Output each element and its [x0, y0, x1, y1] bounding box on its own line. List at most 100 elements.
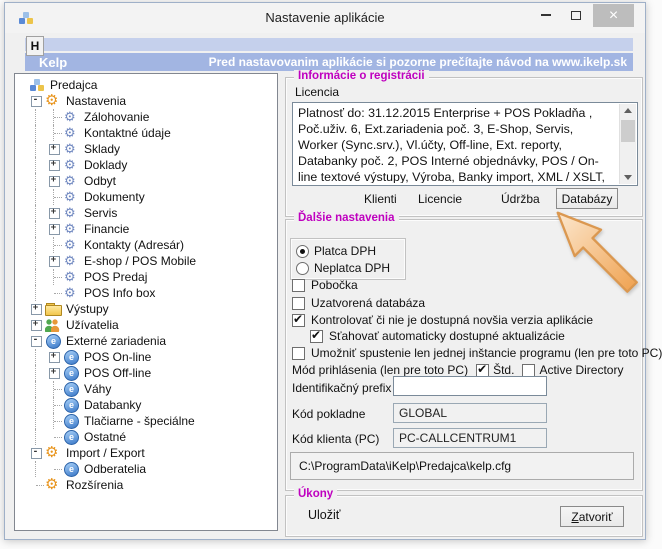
checkbox-checked-icon[interactable] — [310, 330, 323, 343]
device-icon — [45, 334, 62, 348]
expand-icon[interactable] — [45, 205, 63, 221]
device-icon — [63, 366, 80, 380]
device-icon — [63, 414, 80, 428]
scroll-down-icon[interactable] — [620, 169, 636, 184]
radio-unselected-icon[interactable] — [296, 262, 309, 275]
minimize-button[interactable] — [533, 3, 559, 27]
checkbox-icon[interactable] — [292, 297, 305, 310]
std-checkbox-icon[interactable] — [476, 364, 489, 377]
tree-guide — [45, 125, 63, 141]
radio-selected-icon[interactable] — [296, 245, 309, 258]
expand-icon[interactable] — [45, 253, 63, 269]
tree-item-pos-online[interactable]: POS On-line — [15, 349, 277, 365]
tree-guide — [27, 413, 45, 429]
tree-item-import-export[interactable]: Import / Export — [15, 445, 277, 461]
tree-guide — [27, 173, 45, 189]
tree-item-ostatne[interactable]: Ostatné — [15, 429, 277, 445]
databazy-button[interactable]: Databázy — [556, 188, 618, 209]
settings-tree[interactable]: Predajca Nastavenia Zálohovanie Kontaktn… — [14, 73, 278, 531]
check-version-label: Kontrolovať či nie je dostupná novšia ve… — [311, 313, 593, 327]
vat-radio-group: Platca DPH Neplatca DPH — [290, 238, 406, 280]
tree-guide — [27, 157, 45, 173]
expand-icon[interactable] — [27, 317, 45, 333]
active-directory-checkbox-icon[interactable] — [522, 364, 535, 377]
tree-item-tlaciarne[interactable]: Tlačiarne - špeciálne — [15, 413, 277, 429]
gear-icon — [63, 174, 80, 188]
tree-item-financie[interactable]: Financie — [15, 221, 277, 237]
tree-item-predajca[interactable]: Predajca — [15, 77, 277, 93]
collapse-icon[interactable] — [27, 333, 45, 349]
auto-update-label: Sťahovať automaticky dostupné aktualizác… — [329, 329, 565, 343]
checkbox-icon[interactable] — [292, 347, 305, 360]
expand-icon[interactable] — [45, 173, 63, 189]
tree-item-odberatelia[interactable]: Odberatelia — [15, 461, 277, 477]
tree-item-eshop-pos-mobile[interactable]: E-shop / POS Mobile — [15, 253, 277, 269]
collapse-icon[interactable] — [27, 445, 45, 461]
branch-checkbox-row[interactable]: Pobočka — [292, 277, 358, 293]
prefix-input[interactable] — [393, 376, 547, 396]
dock-tab-h[interactable]: H — [26, 36, 44, 56]
tree-guide — [27, 429, 45, 445]
tree-item-kontakty[interactable]: Kontakty (Adresár) — [15, 237, 277, 253]
udrzba-button[interactable]: Údržba — [501, 192, 540, 206]
gear-icon — [63, 126, 80, 140]
tree-item-servis[interactable]: Servis — [15, 205, 277, 221]
tree-guide — [45, 109, 63, 125]
expand-icon[interactable] — [45, 157, 63, 173]
scroll-up-icon[interactable] — [620, 104, 636, 119]
expand-icon[interactable] — [45, 221, 63, 237]
auto-update-checkbox-row[interactable]: Sťahovať automaticky dostupné aktualizác… — [310, 328, 565, 344]
tree-item-rozsirenia[interactable]: Rozšírenia — [15, 477, 277, 493]
collapse-icon[interactable] — [27, 93, 45, 109]
save-button[interactable]: Uložiť — [308, 508, 340, 522]
tree-item-sklady[interactable]: Sklady — [15, 141, 277, 157]
tree-item-odbyt[interactable]: Odbyt — [15, 173, 277, 189]
std-label: Štd. — [493, 363, 514, 377]
gear-icon — [63, 110, 80, 124]
single-instance-label: Umožniť spustenie len jednej inštancie p… — [311, 346, 662, 360]
single-instance-checkbox-row[interactable]: Umožniť spustenie len jednej inštancie p… — [292, 345, 662, 361]
license-textbox[interactable]: Platnosť do: 31.12.2015 Enterprise + POS… — [292, 102, 638, 186]
tree-item-dokumenty[interactable]: Dokumenty — [15, 189, 277, 205]
check-version-checkbox-row[interactable]: Kontrolovať či nie je dostupná novšia ve… — [292, 312, 593, 328]
close-dialog-button[interactable]: Zatvoriť — [560, 506, 624, 527]
klienti-button[interactable]: Klienti — [364, 192, 397, 206]
tree-item-kontaktne-udaje[interactable]: Kontaktné údaje — [15, 125, 277, 141]
checkbox-icon[interactable] — [292, 279, 305, 292]
tree-item-zalohovanie[interactable]: Zálohovanie — [15, 109, 277, 125]
tree-guide — [45, 429, 63, 445]
vat-payer-radio-row[interactable]: Platca DPH — [296, 243, 376, 259]
licencie-button[interactable]: Licencie — [418, 192, 462, 206]
titlebar[interactable]: Nastavenie aplikácie × — [5, 3, 645, 33]
tree-item-databanky[interactable]: Databanky — [15, 397, 277, 413]
license-scrollbar[interactable] — [619, 104, 636, 184]
tree-item-pos-offline[interactable]: POS Off-line — [15, 365, 277, 381]
closed-db-label: Uzatvorená databáza — [311, 296, 425, 310]
tree-item-nastavenia[interactable]: Nastavenia — [15, 93, 277, 109]
scrollbar-thumb[interactable] — [621, 120, 635, 142]
tree-guide — [27, 285, 45, 301]
tree-item-vystupy[interactable]: Výstupy — [15, 301, 277, 317]
tree-item-externe-zariadenia[interactable]: Externé zariadenia — [15, 333, 277, 349]
tree-guide — [27, 221, 45, 237]
expand-icon[interactable] — [27, 301, 45, 317]
closed-db-checkbox-row[interactable]: Uzatvorená databáza — [292, 295, 425, 311]
minimize-icon — [541, 14, 551, 16]
vat-nonpayer-radio-row[interactable]: Neplatca DPH — [296, 260, 390, 276]
expand-icon[interactable] — [45, 141, 63, 157]
checkbox-checked-icon[interactable] — [292, 314, 305, 327]
active-directory-label: Active Directory — [539, 363, 623, 377]
tree-item-pos-predaj[interactable]: POS Predaj — [15, 269, 277, 285]
maximize-button[interactable] — [563, 3, 589, 27]
expand-icon[interactable] — [45, 365, 63, 381]
tree-item-pos-info-box[interactable]: POS Info box — [15, 285, 277, 301]
gear-icon — [45, 94, 62, 108]
tree-item-vahy[interactable]: Váhy — [15, 381, 277, 397]
tree-guide — [45, 461, 63, 477]
close-button[interactable]: × — [593, 4, 634, 27]
expand-icon[interactable] — [45, 349, 63, 365]
gear-icon — [63, 238, 80, 252]
tree-item-uzivatelia[interactable]: Užívatelia — [15, 317, 277, 333]
tree-item-doklady[interactable]: Doklady — [15, 157, 277, 173]
tree-guide — [27, 365, 45, 381]
